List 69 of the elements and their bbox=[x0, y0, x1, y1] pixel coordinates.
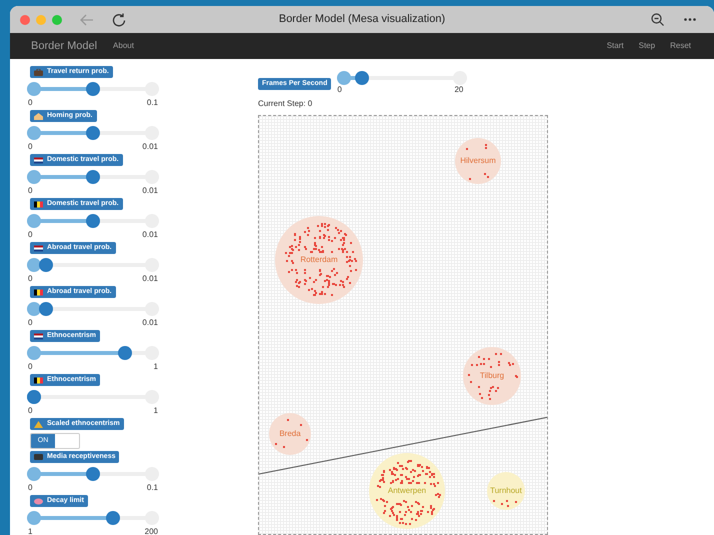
slider-thumb[interactable] bbox=[86, 126, 100, 140]
house-icon bbox=[34, 112, 43, 120]
brand[interactable]: Border Model bbox=[31, 38, 98, 54]
slider[interactable] bbox=[27, 302, 159, 316]
more-icon[interactable] bbox=[684, 18, 696, 21]
slider-min: 0 bbox=[28, 274, 32, 284]
slider-min: 0 bbox=[28, 142, 32, 152]
slider-max: 0.1 bbox=[146, 98, 158, 108]
slider-max: 20 bbox=[454, 85, 464, 95]
city-label: Tilburg bbox=[480, 370, 504, 382]
slider-max: 200 bbox=[144, 527, 158, 535]
flag-icon bbox=[34, 156, 43, 164]
slider-thumb[interactable] bbox=[38, 302, 53, 316]
slider-thumb[interactable] bbox=[106, 511, 120, 525]
slider[interactable] bbox=[337, 71, 468, 85]
flag-icon bbox=[34, 244, 43, 252]
slider-max: 0.1 bbox=[146, 483, 158, 493]
nav-link[interactable]: About bbox=[113, 40, 134, 52]
city-label: Breda bbox=[279, 428, 301, 440]
slider[interactable] bbox=[27, 467, 159, 481]
reload-icon[interactable] bbox=[112, 12, 126, 26]
slider[interactable] bbox=[27, 170, 159, 184]
window-title: Border Model (Mesa visualization) bbox=[278, 12, 446, 28]
slider-thumb[interactable] bbox=[27, 390, 41, 404]
flag-icon bbox=[34, 332, 43, 340]
city-label: Antwerpen bbox=[388, 485, 426, 497]
city-label: Turnhout bbox=[490, 485, 522, 497]
slider[interactable] bbox=[27, 126, 159, 140]
slider-min: 0 bbox=[28, 406, 32, 416]
slider-max: 1 bbox=[154, 362, 158, 372]
slider-thumb[interactable] bbox=[38, 258, 53, 272]
flag-icon bbox=[34, 288, 43, 296]
nav-link[interactable]: Reset bbox=[670, 40, 691, 52]
slider-max: 0.01 bbox=[142, 142, 158, 152]
slider-min: 0 bbox=[28, 362, 32, 372]
slider-min: 0 bbox=[337, 85, 342, 95]
suitcase-icon bbox=[34, 68, 43, 76]
slider-thumb[interactable] bbox=[86, 170, 100, 184]
slider-max: 0.01 bbox=[142, 274, 158, 284]
slider-min: 0 bbox=[28, 186, 32, 196]
slider-max: 0.01 bbox=[142, 318, 158, 328]
slider-thumb[interactable] bbox=[354, 71, 369, 85]
city-label: Rotterdam bbox=[300, 254, 338, 266]
slider[interactable] bbox=[27, 511, 159, 525]
slider-thumb[interactable] bbox=[86, 214, 100, 228]
slider[interactable] bbox=[27, 346, 159, 360]
warning-icon bbox=[34, 420, 43, 428]
slider[interactable] bbox=[27, 214, 159, 228]
slider[interactable] bbox=[27, 82, 159, 96]
flag-icon bbox=[34, 200, 43, 208]
slider-min: 0 bbox=[28, 483, 32, 493]
flag-icon bbox=[34, 376, 43, 384]
slider-max: 0.01 bbox=[142, 186, 158, 196]
step-counter: Current Step: 0 bbox=[258, 98, 314, 110]
slider-min: 0 bbox=[28, 230, 32, 240]
slider-max: 0.01 bbox=[142, 230, 158, 240]
slider-thumb[interactable] bbox=[86, 467, 100, 481]
slider[interactable] bbox=[27, 258, 159, 272]
slider-thumb[interactable] bbox=[118, 346, 132, 360]
slider[interactable] bbox=[27, 390, 159, 404]
slider-min: 0 bbox=[28, 98, 32, 108]
zoom-out-icon[interactable] bbox=[651, 13, 664, 26]
slider-min: 1 bbox=[28, 527, 32, 535]
slider-max: 1 bbox=[154, 406, 158, 416]
city-label: Hilversum bbox=[460, 155, 496, 167]
nav-link[interactable]: Step bbox=[638, 40, 656, 52]
nav-link[interactable]: Start bbox=[606, 40, 624, 52]
slider-min: 0 bbox=[28, 318, 32, 328]
slider-thumb[interactable] bbox=[86, 82, 100, 96]
